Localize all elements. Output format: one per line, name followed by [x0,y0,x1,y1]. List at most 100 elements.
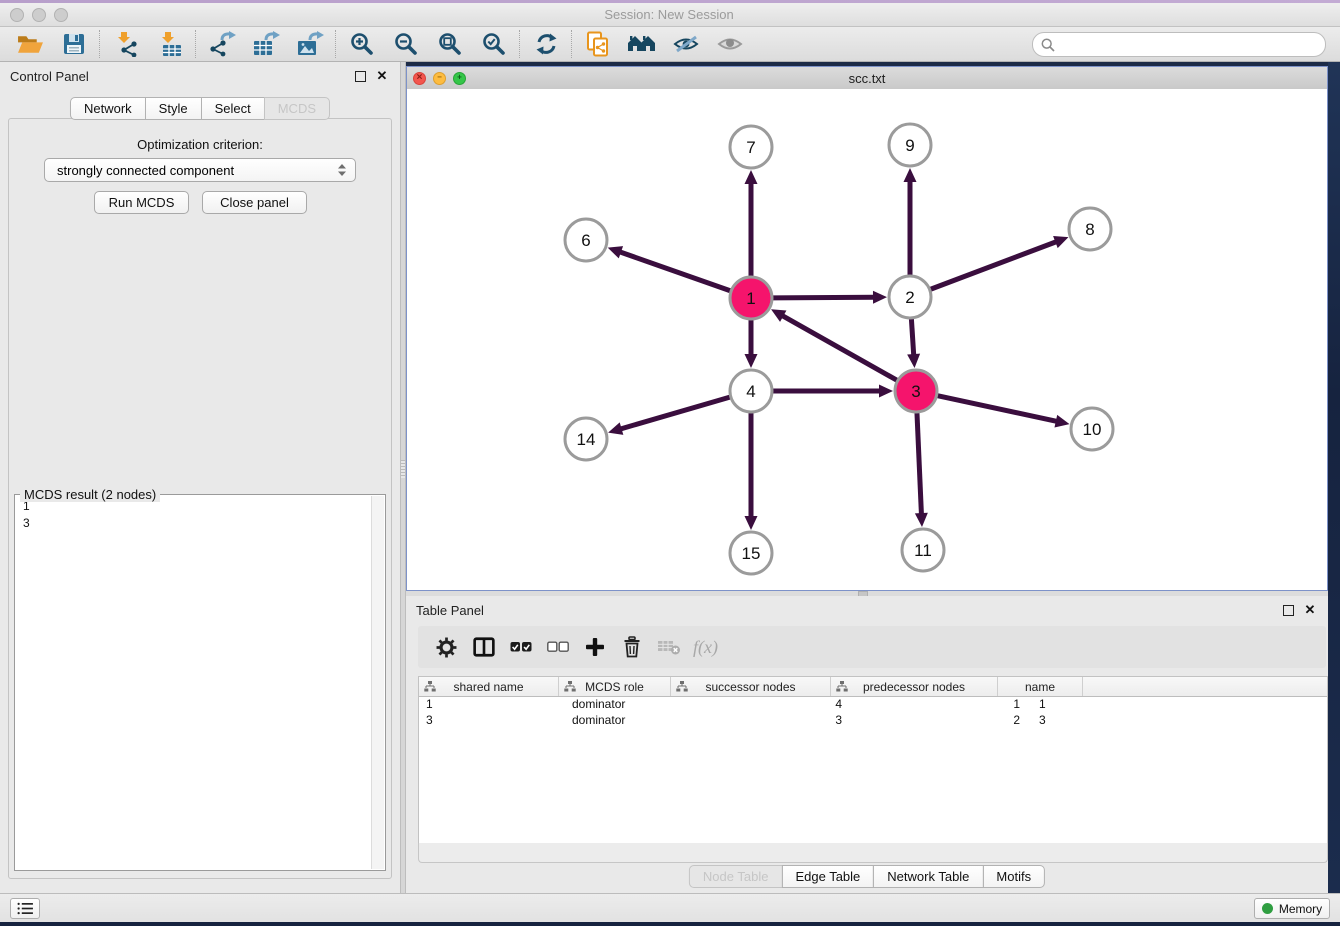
toolbar-separator [571,30,573,58]
zoom-out-button[interactable] [384,28,428,60]
table-cell[interactable]: 3 [419,713,565,729]
zoom-out-icon [394,32,418,56]
refresh-view-button[interactable] [524,28,568,60]
network-edge-4-14[interactable] [620,397,730,429]
column-header-MCDS-role[interactable]: MCDS role [559,677,671,696]
table-cell[interactable]: 3 [1032,713,1123,729]
close-window-button[interactable] [10,8,24,22]
select-all-button[interactable] [502,630,539,664]
show-all-button[interactable] [708,28,752,60]
control-panel-tabs: NetworkStyleSelectMCDS [70,97,330,120]
minimize-window-button[interactable] [32,8,46,22]
run-mcds-button[interactable]: Run MCDS [94,191,189,214]
mcds-result-text[interactable]: 13 [16,496,372,869]
table-cell[interactable]: 2 [854,713,1032,729]
float-panel-button[interactable] [352,68,368,84]
column-header-successor-nodes[interactable]: successor nodes [671,677,831,696]
zoom-fit-button[interactable] [428,28,472,60]
float-icon [355,71,366,82]
add-column-button[interactable] [576,630,613,664]
task-history-button[interactable] [10,898,40,919]
network-canvas[interactable]: 7968124314101511 [407,89,1327,590]
tab-network[interactable]: Network [70,97,146,120]
tab-select[interactable]: Select [201,97,265,120]
tab-mcds[interactable]: MCDS [264,97,330,120]
first-neighbors-icon [585,31,611,58]
search-input[interactable] [1060,35,1325,55]
table-cell[interactable]: dominator [565,697,683,713]
toolbar-separator [519,30,521,58]
network-edge-3-1[interactable] [781,315,896,380]
table-tab-network-table[interactable]: Network Table [873,865,983,888]
table-cell[interactable]: 1 [854,697,1032,713]
houses-icon [627,33,657,55]
table-body: 1dominator4113dominator323 [419,697,1327,729]
table-settings-button[interactable] [428,630,465,664]
import-table-button[interactable] [148,28,192,60]
delete-table-button[interactable] [650,630,687,664]
table-row[interactable]: 1dominator411 [419,697,1327,713]
network-edge-3-11[interactable] [917,413,921,515]
control-panel: Control Panel ✕ NetworkStyleSelectMCDS O… [0,62,400,893]
delete-column-button[interactable] [613,630,650,664]
network-frame-titlebar[interactable]: ✕ − + scc.txt [407,67,1327,90]
network-edge-2-8[interactable] [931,241,1058,289]
float-table-panel-button[interactable] [1280,602,1296,618]
column-header-predecessor-nodes[interactable]: predecessor nodes [831,677,998,696]
table-cell[interactable]: 4 [683,697,854,713]
first-neighbors-button[interactable] [576,28,620,60]
import-network-icon [113,31,139,57]
export-network-button[interactable] [200,28,244,60]
table-tab-motifs[interactable]: Motifs [982,865,1045,888]
network-edge-3-10[interactable] [938,396,1058,422]
close-panel-action-button[interactable]: Close panel [202,191,307,214]
table-cell[interactable]: 1 [419,697,565,713]
table-cell[interactable]: 3 [683,713,854,729]
control-panel-title: Control Panel [10,69,346,84]
control-panel-header: Control Panel ✕ [0,62,400,90]
export-image-icon [296,31,324,57]
import-network-button[interactable] [104,28,148,60]
search-field[interactable] [1032,32,1326,57]
node-table: shared nameMCDS rolesuccessor nodesprede… [418,676,1328,845]
table-cell[interactable]: dominator [565,713,683,729]
table-horizontal-scrollbar[interactable] [418,843,1328,863]
hide-selected-button[interactable] [664,28,708,60]
export-image-button[interactable] [288,28,332,60]
columns-icon [473,637,495,657]
node-label-7: 7 [746,138,755,157]
column-header-label: name [1025,680,1055,694]
memory-status-icon [1262,903,1273,914]
network-edge-1-2[interactable] [773,297,875,298]
criterion-select[interactable]: strongly connected component [44,158,356,182]
column-header-shared-name[interactable]: shared name [419,677,559,696]
network-edge-1-6[interactable] [619,252,730,291]
show-column-button[interactable] [465,630,502,664]
table-cell[interactable]: 1 [1032,697,1123,713]
zoom-window-button[interactable] [54,8,68,22]
open-file-button[interactable] [8,28,52,60]
column-header-name[interactable]: name [998,677,1083,696]
deselect-all-button[interactable] [539,630,576,664]
memory-button[interactable]: Memory [1254,898,1330,919]
network-edge-2-3[interactable] [911,319,913,356]
table-tab-edge-table[interactable]: Edge Table [781,865,874,888]
layout-home-button[interactable] [620,28,664,60]
zoom-in-button[interactable] [340,28,384,60]
close-table-panel-button[interactable]: ✕ [1302,602,1318,618]
zoom-fit-icon [438,32,462,56]
toolbar-separator [195,30,197,58]
zoom-selected-button[interactable] [472,28,516,60]
export-table-button[interactable] [244,28,288,60]
table-row[interactable]: 3dominator323 [419,713,1327,729]
table-tab-node-table[interactable]: Node Table [689,865,783,888]
tab-style[interactable]: Style [145,97,202,120]
close-panel-button[interactable]: ✕ [374,68,390,84]
result-scrollbar[interactable] [371,496,384,869]
edge-arrowhead [745,354,758,368]
save-session-button[interactable] [52,28,96,60]
eye-icon [717,34,744,54]
close-icon: ✕ [1305,602,1316,618]
delete-table-icon [657,638,681,656]
function-builder-button[interactable]: f(x) [687,630,724,664]
